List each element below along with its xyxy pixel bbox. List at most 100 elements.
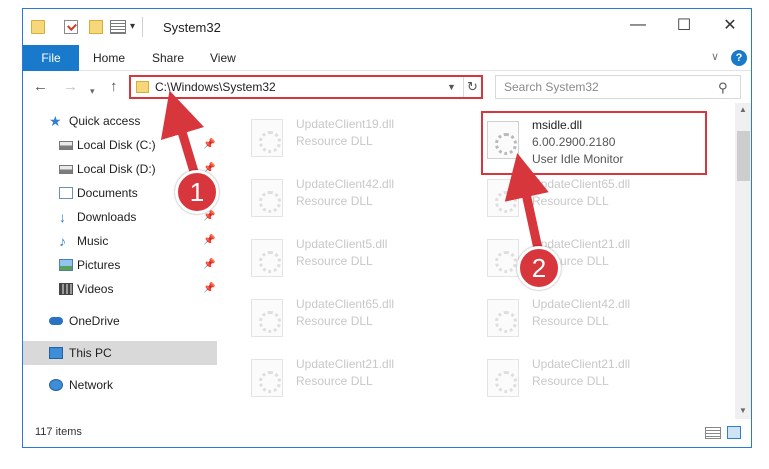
file-item[interactable]: UpdateClient65.dll Resource DLL	[481, 169, 711, 227]
chevron-down-icon[interactable]: ▾	[130, 21, 135, 32]
minimize-button[interactable]: —	[615, 9, 661, 41]
dll-file-icon	[251, 239, 283, 277]
sidebar-item-pictures[interactable]: Pictures 📌	[23, 253, 217, 277]
tab-view[interactable]: View	[210, 45, 236, 71]
sidebar-item-label: Downloads	[77, 210, 137, 224]
step-1-badge: 1	[175, 170, 219, 214]
dll-file-icon	[251, 359, 283, 397]
search-placeholder: Search System32	[504, 80, 599, 94]
file-type: Resource DLL	[532, 374, 609, 388]
scroll-up-icon[interactable]: ▲	[739, 105, 747, 114]
refresh-icon[interactable]: ↻	[463, 77, 481, 97]
address-bar[interactable]: C:\Windows\System32 ▼ ↻	[129, 75, 483, 99]
navigation-pane: ★ Quick access Local Disk (C:) 📌 Local D…	[23, 109, 217, 419]
pin-icon[interactable]: 📌	[203, 229, 215, 253]
dll-file-icon	[251, 179, 283, 217]
dll-file-icon	[487, 299, 519, 337]
sidebar-item-music[interactable]: ♪ Music 📌	[23, 229, 217, 253]
file-name: msidle.dll	[532, 118, 583, 132]
folder-icon[interactable]	[31, 20, 45, 34]
file-type: Resource DLL	[296, 194, 373, 208]
recent-locations-icon[interactable]: ▾	[90, 82, 95, 100]
new-folder-icon[interactable]	[89, 20, 103, 34]
file-list: UpdateClient19.dll Resource DLL UpdateCl…	[217, 103, 735, 419]
file-item[interactable]: UpdateClient19.dll Resource DLL	[245, 109, 475, 167]
file-name: UpdateClient19.dll	[296, 117, 395, 131]
sidebar-item-label: Quick access	[69, 114, 141, 128]
file-item[interactable]: UpdateClient42.dll Resource DLL	[245, 169, 475, 227]
tiles-view-icon[interactable]	[727, 426, 741, 439]
search-input[interactable]: Search System32 ⚲	[495, 75, 741, 99]
sidebar-item-quick-access[interactable]: ★ Quick access	[23, 109, 217, 133]
star-icon: ★	[49, 113, 62, 129]
file-name: UpdateClient65.dll	[532, 177, 631, 191]
music-icon: ♪	[59, 233, 66, 249]
address-path[interactable]: C:\Windows\System32	[155, 80, 276, 94]
disk-icon	[59, 141, 73, 150]
search-icon[interactable]: ⚲	[718, 80, 728, 96]
file-item[interactable]: UpdateClient5.dll Resource DLL	[245, 229, 475, 287]
scroll-down-icon[interactable]: ▼	[739, 406, 747, 415]
file-explorer-window: ▾ System32 — ☐ ✕ File Home Share View ∨ …	[22, 8, 752, 448]
dll-file-icon	[487, 121, 519, 159]
file-item[interactable]: UpdateClient21.dll Resource DLL	[481, 229, 711, 287]
sidebar-item-label: OneDrive	[69, 314, 120, 328]
dll-file-icon	[487, 359, 519, 397]
item-count: 117 items	[35, 426, 82, 438]
vertical-scrollbar[interactable]: ▲ ▼	[735, 103, 751, 419]
maximize-button[interactable]: ☐	[661, 9, 707, 41]
file-item[interactable]: UpdateClient21.dll Resource DLL	[245, 349, 475, 407]
details-view-icon[interactable]	[705, 427, 721, 439]
pin-icon[interactable]: 📌	[203, 133, 215, 157]
sidebar-item-videos[interactable]: Videos 📌	[23, 277, 217, 301]
title-bar: ▾ System32 — ☐ ✕	[23, 9, 751, 45]
file-type: Resource DLL	[296, 374, 373, 388]
file-name: UpdateClient42.dll	[296, 177, 395, 191]
tab-file[interactable]: File	[23, 45, 79, 71]
properties-icon[interactable]	[64, 20, 78, 34]
file-description: User Idle Monitor	[532, 152, 624, 166]
dll-file-icon	[251, 119, 283, 157]
pc-icon	[49, 347, 63, 359]
tab-share[interactable]: Share	[152, 45, 184, 71]
tab-home[interactable]: Home	[93, 45, 125, 71]
file-item[interactable]: UpdateClient65.dll Resource DLL	[245, 289, 475, 347]
sidebar-item-label: Music	[77, 234, 109, 248]
divider	[142, 17, 143, 37]
up-button[interactable]: ↑	[110, 78, 118, 96]
file-type: Resource DLL	[532, 194, 609, 208]
documents-icon	[59, 187, 73, 199]
sidebar-item-onedrive[interactable]: OneDrive	[23, 309, 217, 333]
file-name: UpdateClient42.dll	[532, 297, 631, 311]
forward-button[interactable]: →	[63, 78, 78, 96]
sidebar-item-label: Documents	[77, 186, 138, 200]
help-icon[interactable]: ?	[731, 50, 747, 66]
window-title: System32	[163, 20, 221, 35]
views-icon[interactable]	[110, 20, 126, 34]
file-item[interactable]: UpdateClient21.dll Resource DLL	[481, 349, 711, 407]
videos-icon	[59, 283, 73, 295]
onedrive-icon	[49, 317, 63, 325]
ribbon: File Home Share View ∨ ?	[23, 45, 751, 71]
sidebar-item-this-pc[interactable]: This PC	[23, 341, 217, 365]
sidebar-item-label: This PC	[69, 346, 112, 360]
expand-ribbon-icon[interactable]: ∨	[711, 50, 719, 63]
close-button[interactable]: ✕	[707, 9, 751, 41]
pin-icon[interactable]: 📌	[203, 277, 215, 301]
scrollbar-thumb[interactable]	[737, 131, 750, 181]
status-bar: 117 items	[23, 419, 751, 447]
file-item[interactable]: UpdateClient42.dll Resource DLL	[481, 289, 711, 347]
file-name: UpdateClient21.dll	[532, 357, 631, 371]
sidebar-item-local-disk-c[interactable]: Local Disk (C:) 📌	[23, 133, 217, 157]
pin-icon[interactable]: 📌	[203, 253, 215, 277]
dll-file-icon	[487, 239, 519, 277]
address-dropdown-icon[interactable]: ▼	[447, 82, 456, 92]
sidebar-item-network[interactable]: Network	[23, 373, 217, 397]
sidebar-item-label: Local Disk (C:)	[77, 138, 156, 152]
file-type: Resource DLL	[296, 254, 373, 268]
sidebar-item-label: Local Disk (D:)	[77, 162, 156, 176]
back-button[interactable]: ←	[33, 78, 48, 96]
step-2-badge: 2	[517, 246, 561, 290]
dll-file-icon	[251, 299, 283, 337]
highlighted-file-item[interactable]: msidle.dll 6.00.2900.2180 User Idle Moni…	[481, 111, 707, 175]
